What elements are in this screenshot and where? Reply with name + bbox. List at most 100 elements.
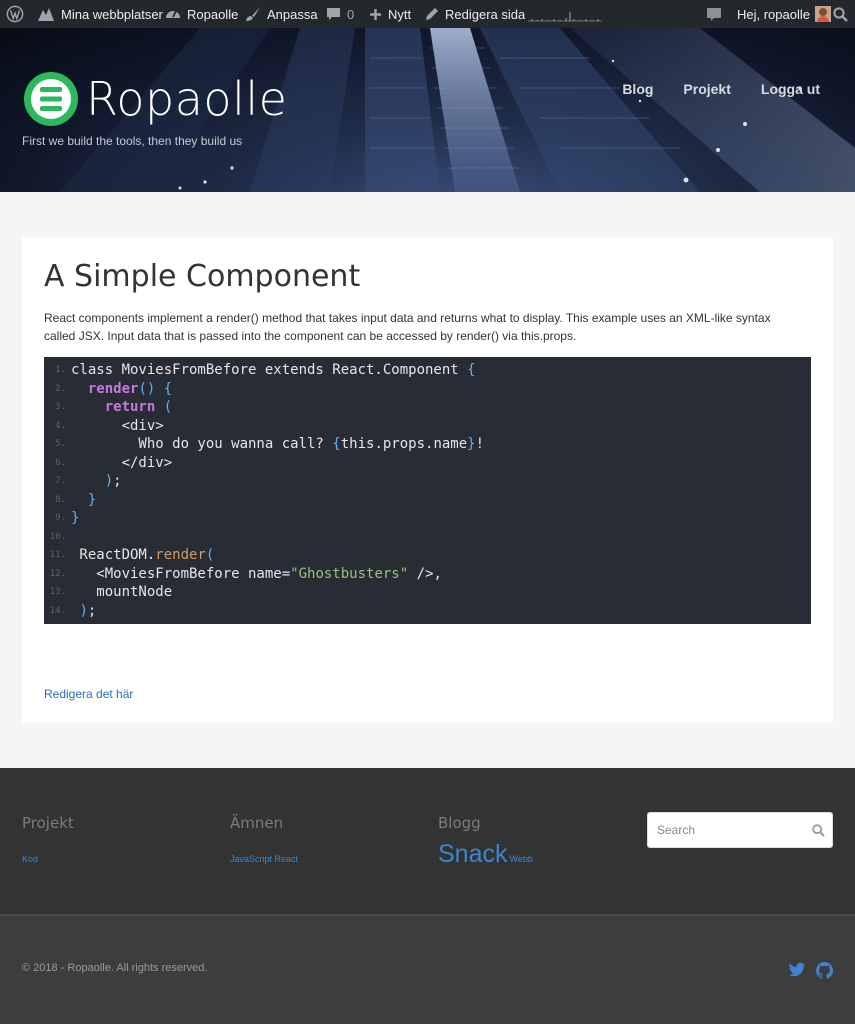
plus-icon	[370, 8, 381, 20]
code-line: 1. class MoviesFromBefore extends React.C…	[44, 361, 811, 380]
site-name-label: Ropaolle	[187, 6, 239, 22]
wordpress-icon[interactable]	[6, 0, 24, 28]
code-line-text: Who do you wanna call? {this.props.name}…	[71, 436, 485, 453]
admin-bar: Mina webbplatser Ropaolle Anpassa 0 Nytt…	[0, 0, 855, 28]
comments-menu[interactable]: 0	[326, 0, 354, 28]
account-menu[interactable]: Hej, ropaolle	[737, 0, 831, 28]
widget-blogg: Blogg Snack Webb	[438, 814, 533, 869]
nav-blog[interactable]: Blog	[622, 81, 653, 97]
github-icon	[816, 962, 833, 979]
code-line-number: 2.	[55, 383, 66, 394]
comments-count: 0	[347, 6, 355, 22]
site-header: Ropaolle First we build the tools, then …	[0, 28, 855, 192]
post-content: A Simple Component React components impl…	[22, 237, 833, 723]
code-line-text: <div>	[71, 417, 164, 434]
notes-icon	[707, 7, 721, 21]
code-line-number: 13.	[49, 587, 66, 598]
search-input[interactable]	[648, 813, 798, 847]
widget-link-javascript-react[interactable]: JavaScript React	[230, 854, 298, 864]
twitter-icon	[788, 962, 806, 977]
code-line-text: );	[104, 473, 122, 490]
main-navigation: Blog Projekt Logga ut	[622, 81, 820, 97]
post-intro: React components implement a render() me…	[44, 311, 771, 343]
widget-link-kod[interactable]: Kod	[22, 854, 38, 864]
code-line-text: class MoviesFromBefore extends React.Com…	[71, 362, 476, 379]
code-line-number: 6.	[55, 457, 66, 468]
site-logo[interactable]: Ropaolle	[22, 70, 287, 128]
search-form	[647, 812, 833, 848]
code-line-text: mountNode	[71, 584, 173, 601]
widget-title: Blogg	[438, 814, 481, 832]
code-line-text: render() {	[87, 380, 173, 397]
code-line-number: 4.	[55, 420, 66, 431]
nav-logga-ut[interactable]: Logga ut	[761, 81, 820, 97]
code-line-text: return (	[104, 399, 173, 416]
footer-widgets: Projekt Kod Ämnen JavaScript React Blogg…	[0, 768, 855, 914]
code-line-number: 5.	[55, 439, 66, 450]
search-icon	[812, 824, 825, 837]
widget-amnen: Ämnen JavaScript React	[230, 814, 298, 867]
widget-projekt: Projekt Kod	[22, 814, 74, 867]
brush-icon	[246, 7, 260, 21]
code-line: 4. <div>	[44, 417, 811, 436]
code-line: 2. render() {	[44, 380, 811, 399]
comment-icon	[327, 8, 340, 20]
code-line-number: 10.	[49, 531, 66, 542]
social-links	[788, 962, 833, 984]
search-button[interactable]	[812, 824, 825, 842]
code-line: 3. return (	[44, 398, 811, 417]
admin-search-button[interactable]	[833, 0, 848, 28]
new-content-menu[interactable]: Nytt	[369, 0, 411, 28]
code-line: 12. <MoviesFromBefore name="Ghostbusters…	[44, 565, 811, 584]
code-line-number: 1.	[55, 365, 66, 376]
site-tagline: First we build the tools, then they buil…	[22, 134, 243, 148]
code-line: 11. ReactDOM.render(	[44, 546, 811, 565]
new-label: Nytt	[388, 6, 412, 22]
code-line-text: }	[87, 491, 97, 508]
logo-icon	[24, 72, 78, 126]
site-footer: © 2018 - Ropaolle. All rights reserved.	[0, 914, 855, 1024]
code-line-text: </div>	[71, 454, 173, 471]
tag-cloud: Snack Webb	[438, 840, 533, 869]
copyright-text: © 2018 - Ropaolle. All rights reserved.	[22, 962, 208, 974]
code-line: 7. );	[44, 472, 811, 491]
edit-page-label: Redigera sida	[445, 6, 526, 22]
customize-label: Anpassa	[267, 6, 318, 22]
site-title: Ropaolle	[86, 72, 288, 126]
code-line: 9.}	[44, 509, 811, 528]
code-line-text: }	[71, 510, 80, 527]
post-title: A Simple Component	[44, 259, 361, 294]
notes-button[interactable]	[706, 0, 722, 28]
code-line-number: 11.	[49, 550, 66, 561]
code-line-number: 9.	[55, 513, 66, 524]
code-line-number: 3.	[55, 402, 66, 413]
github-link[interactable]	[816, 962, 833, 984]
code-line: 13. mountNode	[44, 583, 811, 602]
search-icon	[833, 6, 848, 22]
stats-sparkline[interactable]	[528, 8, 602, 22]
my-sites-menu[interactable]: Mina webbplatser	[37, 0, 163, 28]
code-line: 8. }	[44, 491, 811, 510]
edit-page-menu[interactable]: Redigera sida	[425, 0, 525, 28]
code-line-number: 7.	[55, 476, 66, 487]
tag-snack[interactable]: Snack	[438, 840, 507, 868]
widget-title: Projekt	[22, 814, 74, 832]
customize-menu[interactable]: Anpassa	[245, 0, 318, 28]
my-sites-label: Mina webbplatser	[61, 6, 163, 22]
code-block: 1. class MoviesFromBefore extends React.C…	[44, 357, 811, 624]
code-line: 10.	[44, 528, 811, 547]
edit-post-link[interactable]: Redigera det här	[44, 687, 133, 701]
code-line: 14. );	[44, 602, 811, 621]
tag-webb[interactable]: Webb	[509, 854, 532, 864]
pencil-icon	[426, 8, 438, 20]
site-menu[interactable]: Ropaolle	[165, 0, 238, 28]
widget-title: Ämnen	[230, 814, 284, 832]
code-line: 5. Who do you wanna call? {this.props.na…	[44, 435, 811, 454]
dashboard-icon	[166, 10, 180, 18]
twitter-link[interactable]	[788, 962, 806, 984]
code-line-number: 12.	[49, 568, 66, 579]
code-line-number: 14.	[49, 605, 66, 616]
code-line-text: <MoviesFromBefore name="Ghostbusters" />…	[71, 565, 442, 582]
nav-projekt[interactable]: Projekt	[683, 81, 730, 97]
code-line-text: );	[79, 602, 97, 619]
